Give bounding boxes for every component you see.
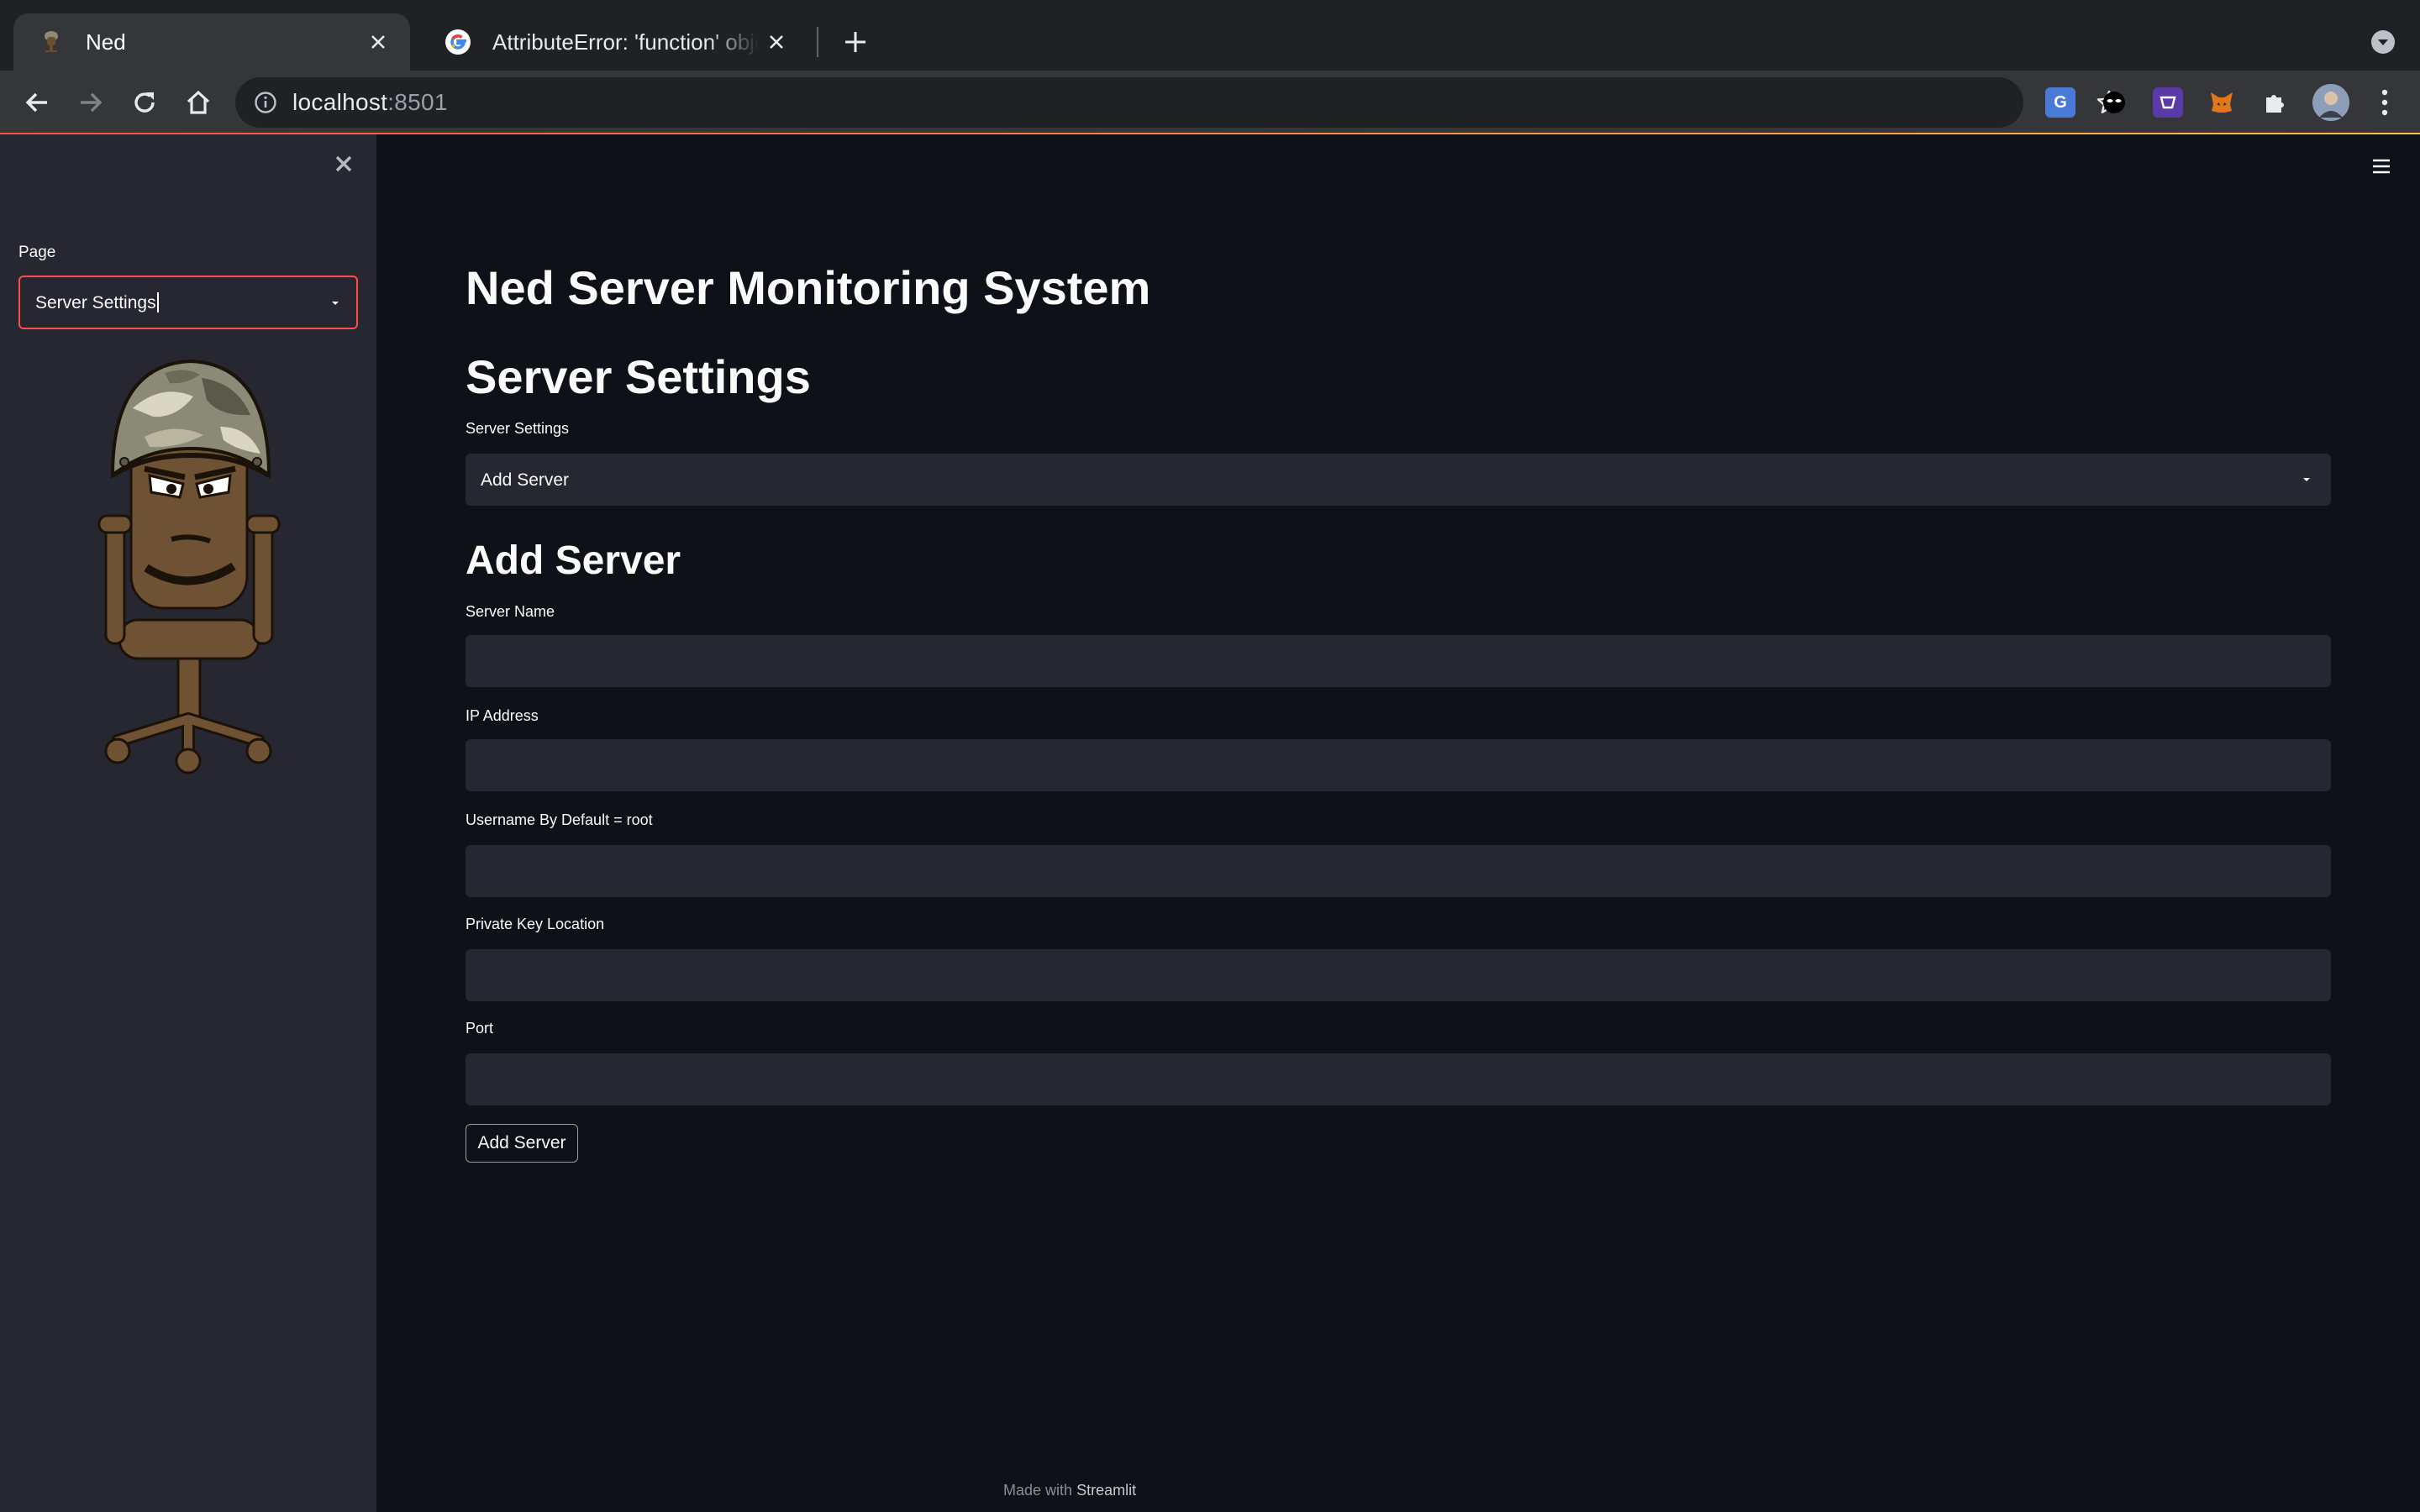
profile-avatar-icon[interactable]: [2312, 84, 2349, 121]
username-input[interactable]: [466, 845, 2331, 897]
site-info-icon[interactable]: [250, 87, 281, 118]
new-tab-icon[interactable]: [837, 24, 874, 60]
text-cursor: [156, 292, 159, 312]
purple-extension-icon[interactable]: [2153, 87, 2183, 118]
hamburger-menu-icon[interactable]: [2368, 153, 2395, 180]
ip-address-label: IP Address: [466, 707, 539, 724]
incognito-mask-icon[interactable]: [2099, 87, 2129, 118]
google-translate-icon[interactable]: G: [2045, 87, 2075, 118]
close-tab-icon[interactable]: [361, 25, 395, 59]
close-tab-icon[interactable]: [760, 25, 793, 59]
ip-address-input[interactable]: [466, 739, 2331, 791]
tab-attribute-error[interactable]: AttributeError: 'function' object: [420, 13, 808, 71]
private-key-location-field[interactable]: [466, 949, 2331, 1001]
reload-icon[interactable]: [124, 82, 165, 123]
username-field[interactable]: [466, 845, 2331, 897]
footer-streamlit-link[interactable]: Streamlit: [1076, 1482, 1136, 1499]
tab-title: AttributeError: 'function' object: [492, 29, 760, 55]
page-select-value: Server Settings: [35, 292, 159, 313]
footer: Made with Streamlit: [1003, 1482, 1136, 1499]
chevron-down-icon: [2301, 474, 2312, 486]
server-settings-select-value: Add Server: [481, 470, 570, 490]
tab-separator: [817, 27, 818, 57]
port-label: Port: [466, 1020, 494, 1037]
puzzle-icon[interactable]: [2260, 87, 2291, 118]
section-title: Server Settings: [466, 350, 811, 403]
back-icon[interactable]: [17, 82, 57, 123]
url-text: localhost:8501: [292, 89, 448, 116]
server-name-label: Server Name: [466, 603, 555, 620]
page-title: Ned Server Monitoring System: [466, 261, 1151, 314]
port-input[interactable]: [466, 1053, 2331, 1105]
browser-tab-bar: Ned AttributeError: 'function' object: [0, 0, 2420, 71]
main-content: Ned Server Monitoring System Server Sett…: [376, 134, 2420, 1512]
tab-ned[interactable]: Ned: [13, 13, 410, 71]
server-name-field[interactable]: [466, 635, 2331, 687]
sidebar: Page Server Settings: [0, 134, 376, 1512]
page-select-label: Page: [18, 244, 56, 261]
ned-soldier-mascot-image: [97, 359, 281, 774]
ned-mascot-icon: [37, 28, 66, 56]
server-settings-select[interactable]: Add Server: [466, 454, 2331, 506]
url-host: localhost: [292, 89, 388, 115]
tab-title: Ned: [86, 29, 126, 55]
metamask-fox-icon[interactable]: [2207, 87, 2237, 118]
address-bar[interactable]: localhost:8501: [235, 77, 2122, 128]
close-sidebar-icon[interactable]: [329, 150, 358, 178]
server-settings-select-label: Server Settings: [466, 420, 570, 437]
chevron-down-icon: [329, 297, 341, 309]
page-select[interactable]: Server Settings: [18, 276, 358, 329]
url-port: :8501: [387, 89, 448, 115]
ip-address-field[interactable]: [466, 739, 2331, 791]
port-field[interactable]: [466, 1053, 2331, 1105]
form-title: Add Server: [466, 538, 681, 583]
google-icon: [444, 28, 472, 56]
private-key-location-input[interactable]: [466, 949, 2331, 1001]
server-name-input[interactable]: [466, 635, 2331, 687]
home-icon[interactable]: [178, 82, 218, 123]
add-server-button[interactable]: Add Server: [466, 1124, 578, 1163]
username-label: Username By Default = root: [466, 811, 653, 828]
browser-menu-icon[interactable]: [2365, 82, 2405, 123]
footer-made-with: Made with: [1003, 1482, 1073, 1499]
private-key-location-label: Private Key Location: [466, 916, 605, 932]
forward-icon[interactable]: [71, 82, 111, 123]
browser-toolbar: localhost:8501 G: [0, 71, 2420, 134]
tab-search-icon[interactable]: [2366, 25, 2400, 59]
